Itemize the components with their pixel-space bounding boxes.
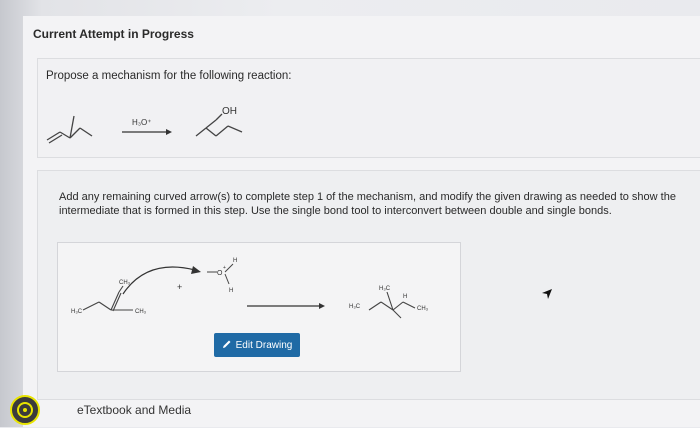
etextbook-link[interactable]: eTextbook and Media [77,403,191,417]
h3c-product-left: H₃C [349,304,361,310]
ch3-right-label: CH₃ [135,309,147,315]
pencil-icon [222,339,232,352]
plus-sign: + [177,282,182,292]
oxygen-charge: + [223,265,226,271]
help-badge-icon[interactable] [10,395,40,425]
hydroxyl-label: OH [222,106,237,117]
step-instructions: Add any remaining curved arrow(s) to com… [59,191,676,217]
reaction-arrow [122,129,172,135]
product-structure [195,113,243,137]
hydrogen-bottom: H [229,288,233,294]
cursor-icon [540,287,554,306]
mechanism-drawing[interactable]: H₃C CH₃ CH₃ + O + H H H₃C H H₃C CH₃ [57,250,477,330]
h3c-product-top: H₃C [379,286,391,292]
question-prompt: Propose a mechanism for the following re… [46,70,292,82]
h3c-left-label: H₃C [71,309,83,315]
ch3-product-right: CH₃ [417,306,429,312]
attempt-title: Current Attempt in Progress [33,27,194,41]
step-arrow [247,303,325,309]
ch3-top-label: CH₃ [119,280,131,286]
oxygen-atom: O [217,270,223,277]
edit-drawing-button[interactable]: Edit Drawing [214,333,300,357]
hydrogen-top: H [233,258,237,264]
edit-drawing-label: Edit Drawing [235,339,293,351]
intermediate-structure [368,291,416,319]
reactant-structure [46,115,93,144]
curved-arrow [122,266,196,295]
h-product: H [403,294,407,300]
reagent-label: H₃O⁺ [132,118,151,127]
reaction-scheme: H₃O⁺ OH [46,106,243,144]
